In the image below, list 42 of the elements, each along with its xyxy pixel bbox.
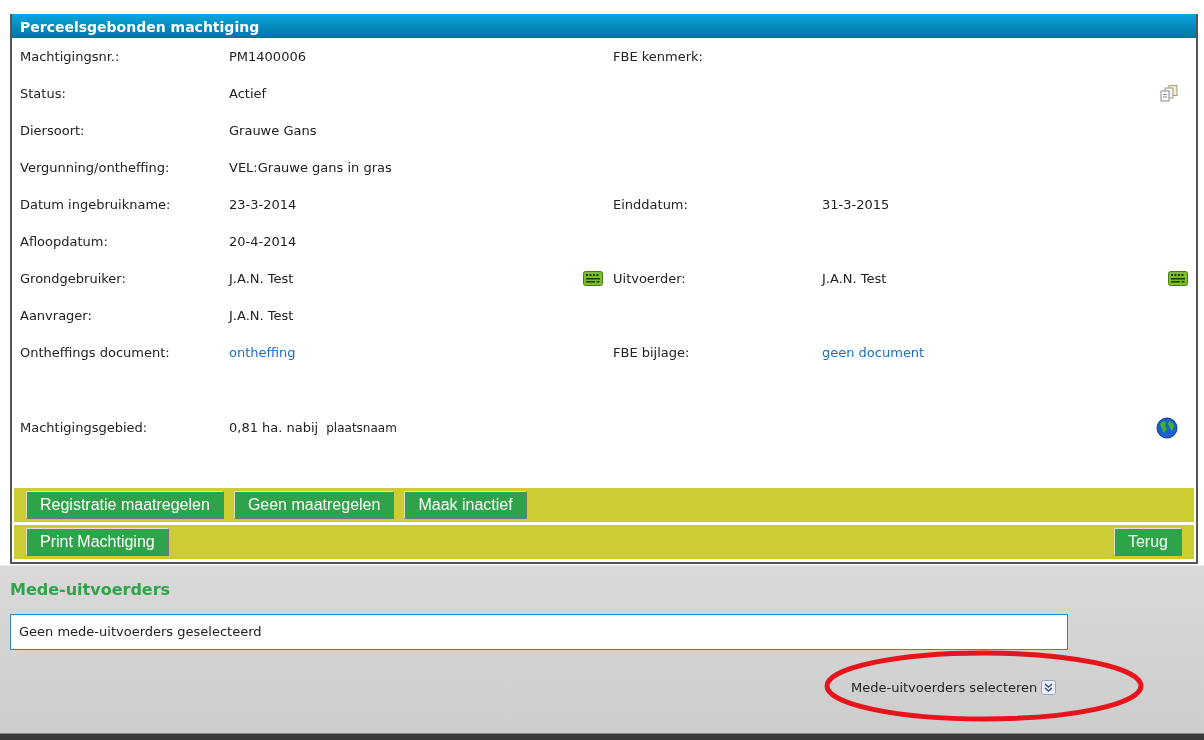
field-label: Uitvoerder: (612, 269, 687, 288)
panel-header: Perceelsgebonden machtiging (12, 14, 1196, 38)
field-label: Datum ingebruikname: (19, 195, 172, 214)
field-value: J.A.N. Test (822, 269, 887, 288)
action-button[interactable]: Maak inactief (404, 491, 527, 519)
field-value: 31-3-2015 (822, 195, 890, 214)
field-value: Grauwe Gans (229, 121, 317, 140)
field-label: Vergunning/ontheffing: (19, 158, 171, 177)
action-button[interactable]: Print Machtiging (26, 528, 169, 556)
action-button[interactable]: Geen maatregelen (233, 491, 395, 519)
field-value: J.A.N. Test (229, 306, 294, 325)
field-label: Machtigingsgebied: (19, 418, 149, 437)
globe-icon[interactable] (1156, 416, 1178, 439)
field-label: Aanvrager: (19, 306, 93, 325)
field-value: 0,81 ha. nabij (229, 418, 319, 437)
co-executors-field: Geen mede-uitvoerders geselecteerd (10, 614, 1068, 650)
select-link[interactable]: Mede-uitvoerders selecteren (851, 678, 1038, 698)
field-label: Ontheffings document: (19, 343, 171, 362)
document-link[interactable]: geen document (822, 342, 925, 363)
documents-icon[interactable] (1160, 85, 1178, 102)
field-value: J.A.N. Test (229, 269, 294, 288)
field-label: Diersoort: (19, 121, 86, 140)
field-label: Grondgebruiker: (19, 269, 127, 288)
action-button[interactable]: Registratie maatregelen (26, 491, 224, 519)
field-value: Actief (229, 84, 267, 103)
action-button[interactable]: Terug (1113, 528, 1182, 556)
field-label: Einddatum: (612, 195, 689, 214)
expand-icon[interactable] (1041, 680, 1057, 696)
document-link[interactable]: ontheffing (229, 342, 296, 363)
field-value: 23-3-2014 (229, 195, 297, 214)
field-label: Status: (19, 84, 67, 103)
keyboard-icon[interactable] (583, 271, 603, 286)
field-value: PM1400006 (229, 47, 306, 66)
field-label: FBE kenmerk: (612, 47, 704, 66)
field-label: Afloopdatum: (19, 232, 109, 251)
field-value: 20-4-2014 (229, 232, 297, 251)
section-heading: Mede-uitvoerders (10, 579, 172, 601)
keyboard-icon[interactable] (1168, 271, 1188, 286)
field-label: Machtigingsnr.: (19, 47, 121, 66)
place-name: plaatsnaam (326, 419, 397, 437)
field-value: VEL:Grauwe gans in gras (229, 158, 392, 177)
field-label: FBE bijlage: (612, 343, 691, 362)
